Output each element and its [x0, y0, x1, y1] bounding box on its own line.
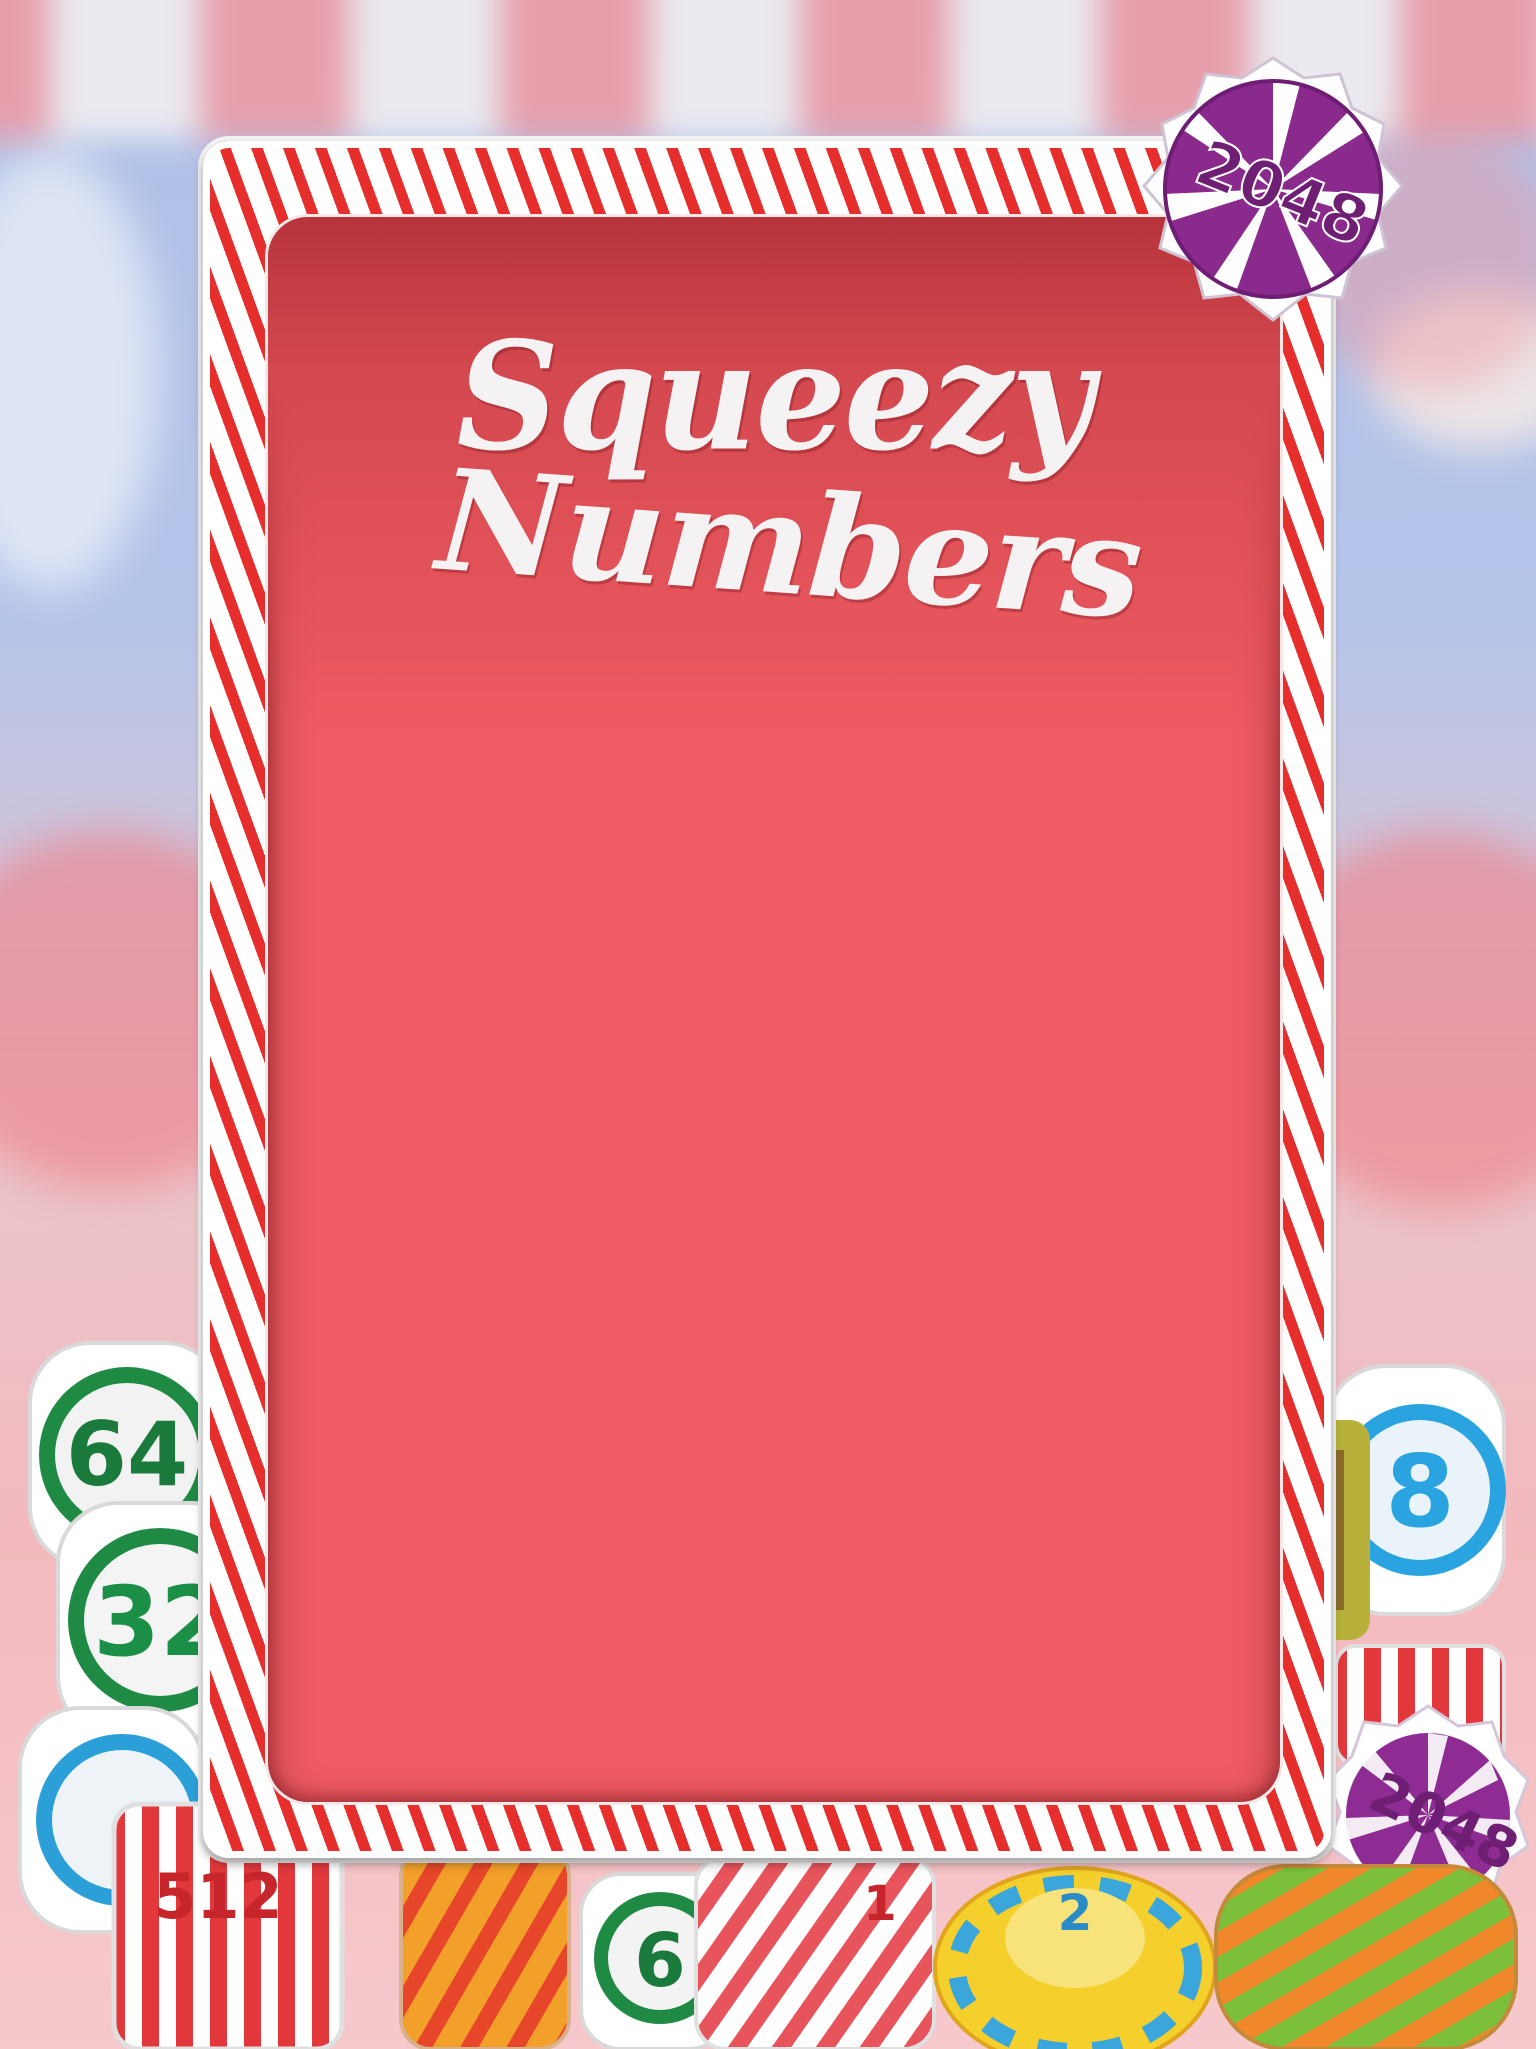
tile-2-yellow: 2 [930, 1838, 1220, 2049]
tile-8-label: 8 [1385, 1433, 1455, 1550]
tile-striped-green-orange [1210, 1860, 1536, 2049]
badge-2048: 2048 [1138, 54, 1408, 324]
game-board-panel: Squeezy Numbers [268, 217, 1280, 1802]
tile-2-label: 2 [1058, 1884, 1093, 1942]
tile-512-label: 512 [153, 1860, 282, 1933]
background-glow-left [0, 150, 160, 590]
tile-orange-stripes [395, 1840, 575, 2049]
tile-6-label: 6 [634, 1918, 686, 2004]
tile-64-label: 64 [66, 1403, 188, 1506]
tile-red-bottom-label: 1 [863, 1876, 896, 1932]
tile-red-bottom: 1 [690, 1850, 940, 2049]
